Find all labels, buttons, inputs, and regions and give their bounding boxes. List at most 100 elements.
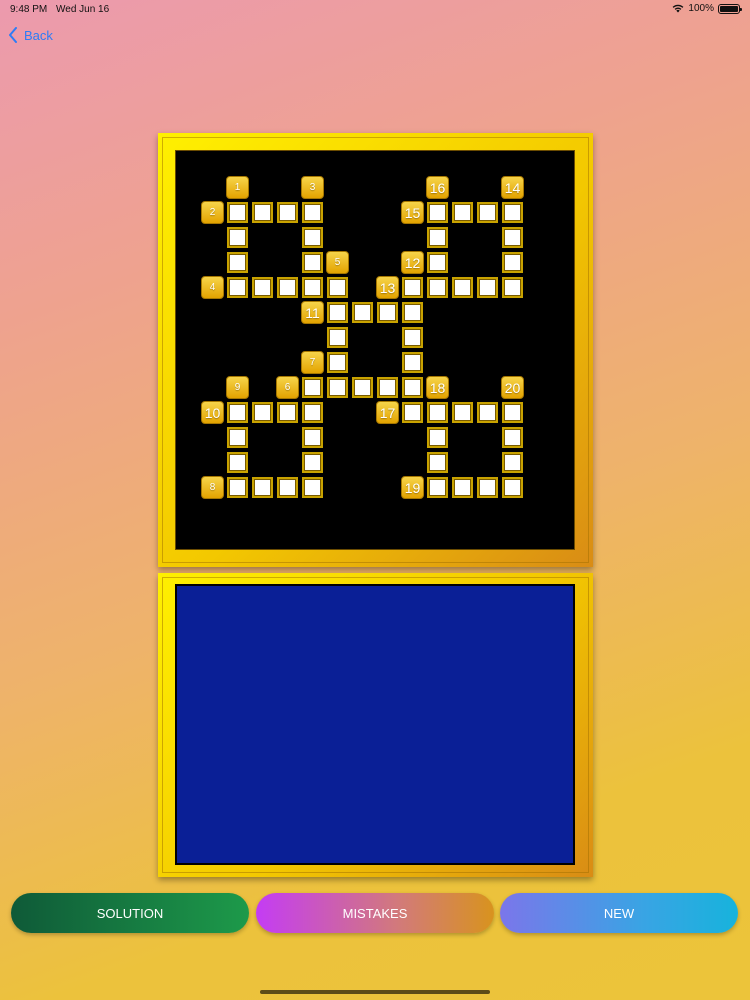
clue-number-tile[interactable]: 8: [201, 476, 224, 499]
crossword-cell[interactable]: [452, 277, 473, 298]
clue-number-tile[interactable]: 20: [501, 376, 524, 399]
crossword-cell[interactable]: [227, 477, 248, 498]
crossword-cell[interactable]: [327, 352, 348, 373]
solution-button[interactable]: SOLUTION: [11, 893, 249, 933]
crossword-cell[interactable]: [377, 302, 398, 323]
clue-number-tile[interactable]: 17: [376, 401, 399, 424]
chevron-left-icon: [9, 27, 17, 43]
crossword-cell[interactable]: [402, 302, 423, 323]
clue-number-tile[interactable]: 7: [301, 351, 324, 374]
crossword-cell[interactable]: [252, 477, 273, 498]
crossword-cell[interactable]: [402, 277, 423, 298]
crossword-cell[interactable]: [452, 477, 473, 498]
clue-number-tile[interactable]: 18: [426, 376, 449, 399]
back-label: Back: [24, 27, 53, 43]
crossword-cell[interactable]: [502, 427, 523, 448]
crossword-cell[interactable]: [227, 452, 248, 473]
crossword-cell[interactable]: [502, 227, 523, 248]
mistakes-button[interactable]: MISTAKES: [256, 893, 494, 933]
crossword-cell[interactable]: [302, 227, 323, 248]
status-bar: 9:48 PM Wed Jun 16 100%: [0, 0, 750, 20]
crossword-cell[interactable]: [477, 402, 498, 423]
crossword-board-frame: 1 3 16 14 2 15 5 12 4 13 11 7 9 6 18 20 10 17 8 19: [158, 133, 593, 567]
crossword-cell[interactable]: [302, 277, 323, 298]
crossword-cell[interactable]: [402, 377, 423, 398]
crossword-cell[interactable]: [352, 377, 373, 398]
crossword-cell[interactable]: [377, 377, 398, 398]
crossword-cell[interactable]: [302, 477, 323, 498]
crossword-cell[interactable]: [327, 277, 348, 298]
crossword-cell[interactable]: [302, 402, 323, 423]
crossword-cell[interactable]: [252, 202, 273, 223]
clue-number-tile[interactable]: 3: [301, 176, 324, 199]
crossword-cell[interactable]: [252, 402, 273, 423]
clue-number-tile[interactable]: 4: [201, 276, 224, 299]
crossword-cell[interactable]: [452, 402, 473, 423]
back-button[interactable]: Back: [8, 27, 53, 43]
crossword-cell[interactable]: [427, 277, 448, 298]
crossword-cell[interactable]: [402, 402, 423, 423]
battery-percent: 100%: [688, 3, 714, 14]
crossword-cell[interactable]: [427, 427, 448, 448]
crossword-cell[interactable]: [302, 377, 323, 398]
crossword-cell[interactable]: [327, 302, 348, 323]
clue-number-tile[interactable]: 6: [276, 376, 299, 399]
clue-number-tile[interactable]: 1: [226, 176, 249, 199]
clue-number-tile[interactable]: 9: [226, 376, 249, 399]
crossword-grid: 1 3 16 14 2 15 5 12 4 13 11 7 9 6 18 20 10 17 8 19: [175, 150, 575, 550]
clue-number-tile[interactable]: 10: [201, 401, 224, 424]
crossword-cell[interactable]: [302, 202, 323, 223]
crossword-cell[interactable]: [477, 277, 498, 298]
crossword-cell[interactable]: [277, 202, 298, 223]
clue-number-tile[interactable]: 5: [326, 251, 349, 274]
crossword-cell[interactable]: [227, 252, 248, 273]
crossword-cell[interactable]: [427, 477, 448, 498]
clue-number-tile[interactable]: 2: [201, 201, 224, 224]
crossword-cell[interactable]: [427, 402, 448, 423]
crossword-cell[interactable]: [277, 477, 298, 498]
crossword-cell[interactable]: [402, 352, 423, 373]
crossword-cell[interactable]: [502, 277, 523, 298]
crossword-cell[interactable]: [402, 327, 423, 348]
crossword-cell[interactable]: [277, 402, 298, 423]
clue-panel: [175, 584, 575, 865]
crossword-cell[interactable]: [502, 402, 523, 423]
clue-number-tile[interactable]: 12: [401, 251, 424, 274]
crossword-cell[interactable]: [302, 252, 323, 273]
clue-number-tile[interactable]: 15: [401, 201, 424, 224]
battery-icon: [718, 3, 742, 14]
crossword-cell[interactable]: [427, 252, 448, 273]
clue-number-tile[interactable]: 14: [501, 176, 524, 199]
crossword-cell[interactable]: [427, 227, 448, 248]
clue-number-tile[interactable]: 16: [426, 176, 449, 199]
crossword-cell[interactable]: [227, 402, 248, 423]
crossword-cell[interactable]: [352, 302, 373, 323]
clue-number-tile[interactable]: 11: [301, 301, 324, 324]
clue-number-tile[interactable]: 13: [376, 276, 399, 299]
home-indicator[interactable]: [260, 990, 490, 994]
status-time: 9:48 PM: [10, 4, 48, 15]
clue-number-tile[interactable]: 19: [401, 476, 424, 499]
crossword-cell[interactable]: [302, 452, 323, 473]
crossword-cell[interactable]: [502, 477, 523, 498]
crossword-cell[interactable]: [477, 477, 498, 498]
new-button[interactable]: NEW: [500, 893, 738, 933]
crossword-cell[interactable]: [227, 227, 248, 248]
crossword-cell[interactable]: [227, 277, 248, 298]
crossword-cell[interactable]: [277, 277, 298, 298]
crossword-cell[interactable]: [477, 202, 498, 223]
crossword-cell[interactable]: [227, 202, 248, 223]
crossword-cell[interactable]: [327, 327, 348, 348]
crossword-cell[interactable]: [502, 452, 523, 473]
crossword-cell[interactable]: [302, 427, 323, 448]
crossword-cell[interactable]: [502, 202, 523, 223]
crossword-cell[interactable]: [252, 277, 273, 298]
status-date: Wed Jun 16: [56, 4, 110, 15]
crossword-cell[interactable]: [502, 252, 523, 273]
crossword-cell[interactable]: [227, 427, 248, 448]
crossword-cell[interactable]: [427, 202, 448, 223]
crossword-cell[interactable]: [427, 452, 448, 473]
wifi-icon: [673, 4, 684, 13]
crossword-cell[interactable]: [452, 202, 473, 223]
crossword-cell[interactable]: [327, 377, 348, 398]
